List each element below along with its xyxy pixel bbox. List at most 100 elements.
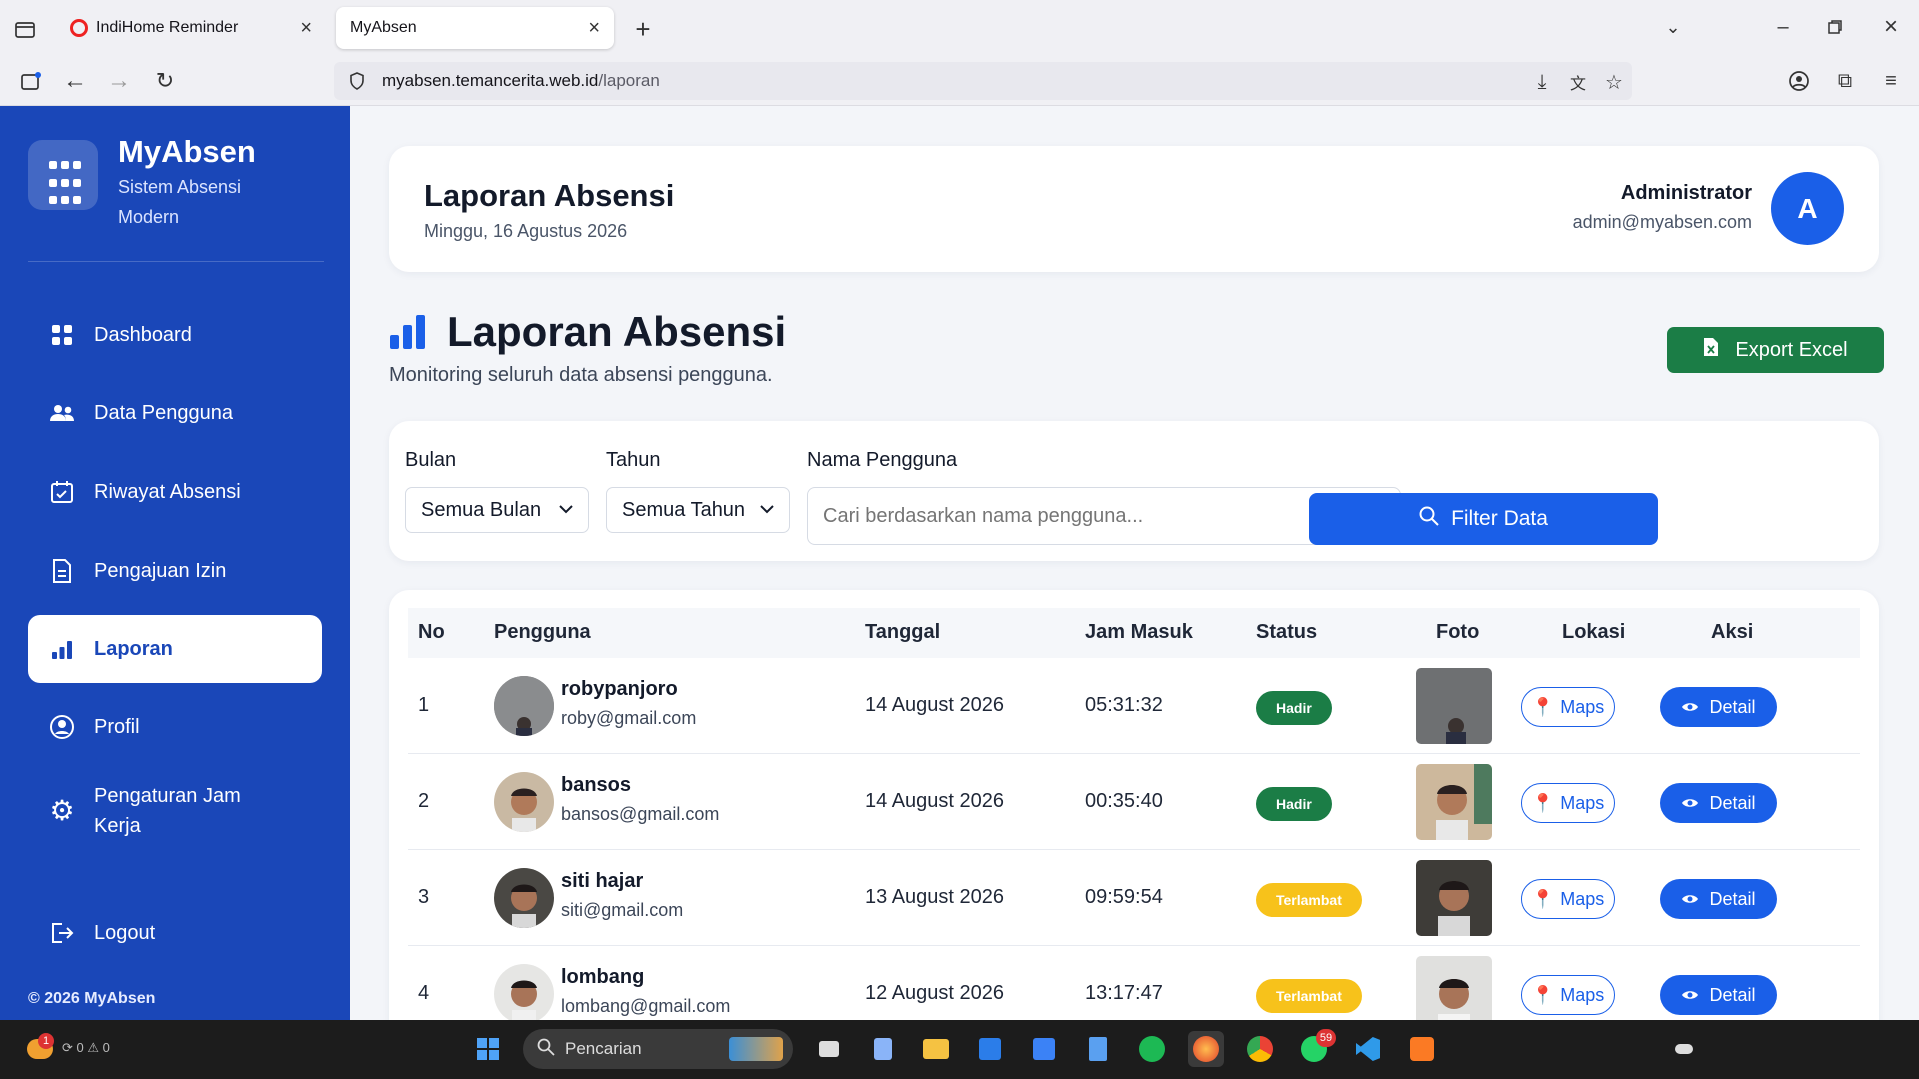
address-bar[interactable]: myabsen.temancerita.web.id/laporan ⤓ 文 ☆ bbox=[334, 62, 1632, 100]
account-icon[interactable] bbox=[1784, 66, 1814, 96]
sidebar-item-dashboard[interactable]: Dashboard bbox=[28, 301, 322, 369]
maps-button[interactable]: 📍 Maps bbox=[1521, 975, 1615, 1015]
minimize-icon[interactable]: – bbox=[1768, 12, 1798, 42]
close-tab-icon[interactable]: × bbox=[588, 17, 600, 40]
sidebar-item-label: Data Pengguna bbox=[94, 401, 234, 424]
filter-data-button[interactable]: Filter Data bbox=[1309, 493, 1658, 545]
bar-chart-icon bbox=[48, 635, 76, 663]
brand-name: MyAbsen bbox=[118, 134, 256, 169]
detail-button[interactable]: Detail bbox=[1660, 975, 1777, 1015]
sidebar-item-data-pengguna[interactable]: Data Pengguna bbox=[28, 379, 322, 447]
calendar-app-icon[interactable] bbox=[1026, 1031, 1062, 1067]
tab-myabsen[interactable]: MyAbsen × bbox=[336, 7, 614, 49]
forward-icon[interactable]: → bbox=[104, 66, 134, 96]
eye-icon bbox=[1681, 793, 1699, 814]
detail-button[interactable]: Detail bbox=[1660, 687, 1777, 727]
sidebar-item-riwayat-absensi[interactable]: Riwayat Absensi bbox=[28, 458, 322, 526]
sidebar-item-profil[interactable]: Profil bbox=[28, 693, 322, 761]
windows-start-icon[interactable] bbox=[470, 1031, 506, 1067]
maps-button[interactable]: 📍 Maps bbox=[1521, 879, 1615, 919]
export-excel-button[interactable]: Export Excel bbox=[1667, 327, 1884, 373]
column-header: Status bbox=[1256, 621, 1318, 643]
detail-label: Detail bbox=[1709, 984, 1756, 1005]
navigation-bar: ← → ↻ myabsen.temancerita.web.id/laporan… bbox=[0, 55, 1919, 106]
firefox-icon[interactable] bbox=[1188, 1031, 1224, 1067]
search-icon bbox=[537, 1038, 555, 1061]
whatsapp-icon[interactable]: 59 bbox=[1296, 1029, 1336, 1067]
check-in-time: 09:59:54 bbox=[1085, 886, 1163, 908]
sidebar-item-pengaturan-jam-kerja[interactable]: ⚙ Pengaturan Jam Kerja bbox=[28, 766, 322, 856]
whatsapp-badge: 59 bbox=[1316, 1029, 1336, 1047]
maps-button[interactable]: 📍 Maps bbox=[1521, 783, 1615, 823]
search-icon bbox=[1419, 506, 1439, 532]
maps-button[interactable]: 📍 Maps bbox=[1521, 687, 1615, 727]
detail-button[interactable]: Detail bbox=[1660, 783, 1777, 823]
tab-title: MyAbsen bbox=[350, 19, 417, 36]
user-email: siti@gmail.com bbox=[561, 900, 684, 920]
xampp-icon[interactable] bbox=[1404, 1031, 1440, 1067]
bookmark-star-icon[interactable]: ☆ bbox=[1602, 70, 1626, 94]
chevron-down-icon[interactable]: ⌄ bbox=[1658, 12, 1688, 42]
spotify-icon[interactable] bbox=[1134, 1031, 1170, 1067]
logout-button[interactable]: Logout bbox=[28, 899, 322, 967]
row-number: 4 bbox=[418, 982, 430, 1004]
eye-icon bbox=[1681, 697, 1699, 718]
back-icon[interactable]: ← bbox=[60, 66, 90, 96]
new-tab-icon[interactable]: + bbox=[628, 14, 658, 44]
user-circle-icon bbox=[48, 713, 76, 741]
download-page-icon[interactable]: ⤓ bbox=[1530, 70, 1554, 94]
header-date: Minggu, 16 Agustus 2026 bbox=[424, 221, 628, 241]
detail-button[interactable]: Detail bbox=[1660, 879, 1777, 919]
attendance-date: 14 August 2026 bbox=[865, 694, 1005, 716]
reload-icon[interactable]: ↻ bbox=[150, 66, 180, 96]
tab-overview-icon[interactable] bbox=[10, 14, 40, 44]
row-number: 3 bbox=[418, 886, 430, 908]
check-in-time: 00:35:40 bbox=[1085, 790, 1163, 812]
extensions-icon[interactable]: ⧉ bbox=[1830, 66, 1860, 96]
location-pin-icon: 📍 bbox=[1531, 792, 1555, 813]
translate-icon[interactable]: 文 bbox=[1566, 70, 1590, 94]
users-icon bbox=[48, 399, 76, 427]
menu-icon[interactable]: ≡ bbox=[1876, 66, 1906, 96]
report-table: No Pengguna Tanggal Jam Masuk Status Fot… bbox=[389, 590, 1879, 1020]
excel-file-icon bbox=[1703, 337, 1719, 363]
export-label: Export Excel bbox=[1735, 338, 1848, 361]
taskbar-search[interactable]: Pencarian bbox=[523, 1029, 793, 1069]
tray-app-icon[interactable] bbox=[1666, 1031, 1702, 1067]
calculator-icon[interactable] bbox=[865, 1031, 901, 1067]
column-header: Jam Masuk bbox=[1085, 621, 1193, 643]
file-explorer-icon[interactable] bbox=[918, 1031, 954, 1067]
detail-label: Detail bbox=[1709, 696, 1756, 717]
sync-icon: ⟳ bbox=[62, 1040, 73, 1055]
sidebar-item-pengajuan-izin[interactable]: Pengajuan Izin bbox=[28, 537, 322, 605]
vscode-icon[interactable] bbox=[1350, 1031, 1386, 1067]
location-pin-icon: 📍 bbox=[1531, 984, 1555, 1005]
restore-icon[interactable] bbox=[1820, 12, 1850, 42]
sidebar-item-laporan[interactable]: Laporan bbox=[28, 615, 322, 683]
attendance-photo[interactable] bbox=[1416, 668, 1492, 744]
task-view-icon[interactable] bbox=[811, 1031, 847, 1067]
close-tab-icon[interactable]: × bbox=[300, 17, 312, 40]
warning-icon: ⚠ bbox=[87, 1040, 100, 1055]
attendance-photo[interactable] bbox=[1416, 860, 1492, 936]
tab-indihome[interactable]: IndiHome Reminder × bbox=[56, 7, 326, 49]
close-window-icon[interactable]: × bbox=[1876, 12, 1906, 42]
notepad-icon[interactable] bbox=[1080, 1031, 1116, 1067]
sidebar-item-label: Pengaturan Jam Kerja bbox=[94, 785, 241, 837]
table-row: 4 lombang lombang@gmail.com 12 August 20… bbox=[408, 946, 1860, 1020]
weather-widget-icon[interactable]: 1 bbox=[22, 1031, 58, 1067]
attendance-photo[interactable] bbox=[1416, 956, 1492, 1020]
tab-strip: IndiHome Reminder × MyAbsen × + ⌄ – × bbox=[0, 0, 1919, 55]
maps-label: Maps bbox=[1560, 984, 1605, 1005]
avatar[interactable]: A bbox=[1771, 172, 1844, 245]
microsoft-store-icon[interactable] bbox=[972, 1031, 1008, 1067]
year-select[interactable]: Semua Tahun bbox=[606, 487, 790, 533]
avatar bbox=[494, 772, 554, 832]
search-placeholder: Pencarian bbox=[565, 1039, 642, 1058]
sidebar-toggle-icon[interactable] bbox=[16, 66, 46, 96]
shield-icon[interactable] bbox=[346, 70, 368, 92]
month-select[interactable]: Semua Bulan bbox=[405, 487, 589, 533]
main-content: Laporan Absensi Minggu, 16 Agustus 2026 … bbox=[350, 106, 1919, 1020]
attendance-photo[interactable] bbox=[1416, 764, 1492, 840]
chrome-icon[interactable] bbox=[1242, 1031, 1278, 1067]
